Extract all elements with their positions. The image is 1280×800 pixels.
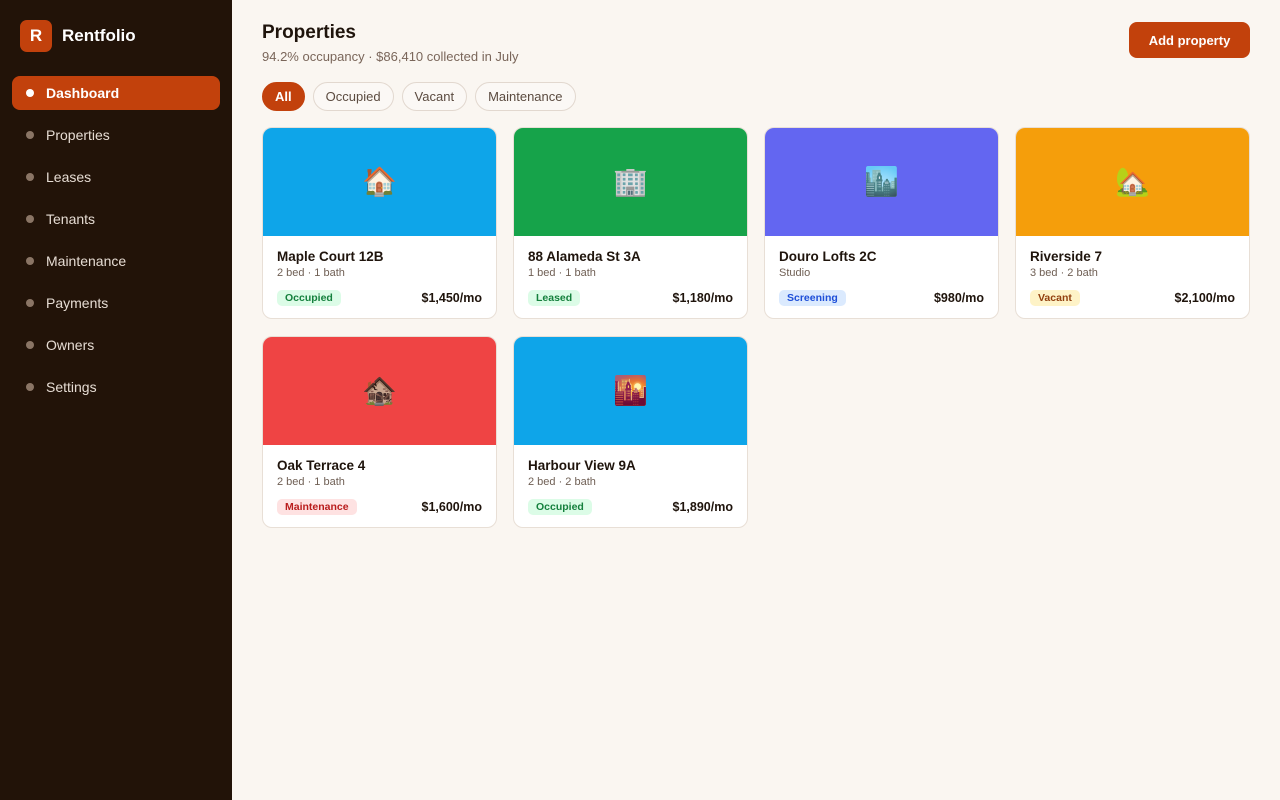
- property-name: 88 Alameda St 3A: [528, 249, 641, 264]
- property-card[interactable]: 🏢 88 Alameda St 3A 1 bed · 1 bath Leased…: [513, 127, 748, 319]
- property-image: 🏚️: [263, 337, 496, 445]
- sidebar-item-label: Settings: [46, 379, 97, 395]
- nav-dot-icon: [26, 173, 34, 181]
- filter-chips: All Occupied Vacant Maintenance: [262, 82, 584, 111]
- sidebar-item-label: Owners: [46, 337, 95, 353]
- nav-dot-icon: [26, 131, 34, 139]
- sidebar-item-label: Leases: [46, 169, 92, 185]
- status-badge: Vacant: [1030, 290, 1080, 306]
- sidebar-item-label: Maintenance: [46, 253, 127, 269]
- sidebar-item-label: Dashboard: [46, 85, 120, 101]
- brand[interactable]: R Rentfolio: [20, 20, 136, 52]
- status-badge: Occupied: [528, 499, 592, 515]
- brand-name: Rentfolio: [62, 26, 136, 45]
- page-subtitle: 94.2% occupancy · $86,410 collected in J…: [262, 49, 519, 64]
- property-name: Riverside 7: [1030, 249, 1103, 264]
- property-card[interactable]: 🏙️ Douro Lofts 2C Studio Screening $980/…: [764, 127, 999, 319]
- property-rent: $1,450/mo: [421, 291, 482, 305]
- property-rent: $980/mo: [933, 291, 984, 305]
- sidebar-item-leases[interactable]: Leases: [12, 160, 220, 194]
- nav-dot-icon: [26, 299, 34, 307]
- sidebar-item-payments[interactable]: Payments: [12, 286, 220, 320]
- nav-dot-icon: [26, 215, 34, 223]
- property-meta: Studio: [779, 267, 811, 279]
- brand-logo: R: [20, 20, 52, 52]
- sidebar-item-label: Properties: [46, 127, 110, 143]
- filter-chip-all[interactable]: All: [262, 82, 305, 111]
- derelict-house-icon: 🏚️: [362, 375, 397, 406]
- cityscape-icon: 🏙️: [864, 166, 899, 197]
- property-name: Maple Court 12B: [277, 249, 384, 264]
- property-meta: 2 bed · 1 bath: [277, 267, 345, 279]
- property-meta: 2 bed · 2 bath: [528, 476, 596, 488]
- sidebar: R Rentfolio Dashboard Properties Leases …: [0, 0, 232, 800]
- status-badge: Maintenance: [277, 499, 357, 515]
- property-meta: 3 bed · 2 bath: [1030, 267, 1098, 279]
- property-image: 🏠: [263, 128, 496, 236]
- sidebar-item-properties[interactable]: Properties: [12, 118, 220, 152]
- property-image: 🏙️: [765, 128, 998, 236]
- sidebar-nav: Dashboard Properties Leases Tenants Main…: [12, 76, 220, 412]
- sidebar-item-maintenance[interactable]: Maintenance: [12, 244, 220, 278]
- property-image: 🏢: [514, 128, 747, 236]
- property-rent: $2,100/mo: [1174, 291, 1235, 305]
- house-with-garden-icon: 🏡: [1115, 166, 1150, 197]
- property-card[interactable]: 🏡 Riverside 7 3 bed · 2 bath Vacant $2,1…: [1015, 127, 1250, 319]
- property-name: Harbour View 9A: [528, 458, 636, 473]
- nav-dot-icon: [26, 257, 34, 265]
- property-card[interactable]: 🏚️ Oak Terrace 4 2 bed · 1 bath Maintena…: [262, 336, 497, 528]
- property-rent: $1,180/mo: [672, 291, 733, 305]
- filter-chip-maintenance[interactable]: Maintenance: [475, 82, 576, 111]
- property-image: 🏡: [1016, 128, 1249, 236]
- nav-dot-icon: [26, 89, 34, 97]
- property-image: 🌇: [514, 337, 747, 445]
- property-meta: 1 bed · 1 bath: [528, 267, 596, 279]
- page-title: Properties: [262, 22, 356, 43]
- office-building-icon: 🏢: [613, 166, 648, 197]
- nav-dot-icon: [26, 383, 34, 391]
- add-property-button[interactable]: Add property: [1129, 22, 1250, 58]
- sidebar-item-settings[interactable]: Settings: [12, 370, 220, 404]
- house-icon: 🏠: [362, 166, 397, 197]
- status-badge: Screening: [779, 290, 846, 306]
- property-card[interactable]: 🏠 Maple Court 12B 2 bed · 1 bath Occupie…: [262, 127, 497, 319]
- sidebar-item-tenants[interactable]: Tenants: [12, 202, 220, 236]
- sidebar-item-label: Payments: [46, 295, 109, 311]
- property-card[interactable]: 🌇 Harbour View 9A 2 bed · 2 bath Occupie…: [513, 336, 748, 528]
- nav-dot-icon: [26, 341, 34, 349]
- property-meta: 2 bed · 1 bath: [277, 476, 345, 488]
- sidebar-item-owners[interactable]: Owners: [12, 328, 220, 362]
- status-badge: Leased: [528, 290, 581, 306]
- sidebar-item-label: Tenants: [46, 211, 96, 227]
- property-name: Oak Terrace 4: [277, 458, 366, 473]
- sunset-city-icon: 🌇: [613, 375, 648, 406]
- property-rent: $1,600/mo: [421, 500, 482, 514]
- property-rent: $1,890/mo: [672, 500, 733, 514]
- property-name: Douro Lofts 2C: [779, 249, 877, 264]
- status-badge: Occupied: [277, 290, 341, 306]
- filter-chip-vacant[interactable]: Vacant: [401, 82, 468, 111]
- filter-chip-occupied[interactable]: Occupied: [312, 82, 394, 111]
- sidebar-item-dashboard[interactable]: Dashboard: [12, 76, 220, 110]
